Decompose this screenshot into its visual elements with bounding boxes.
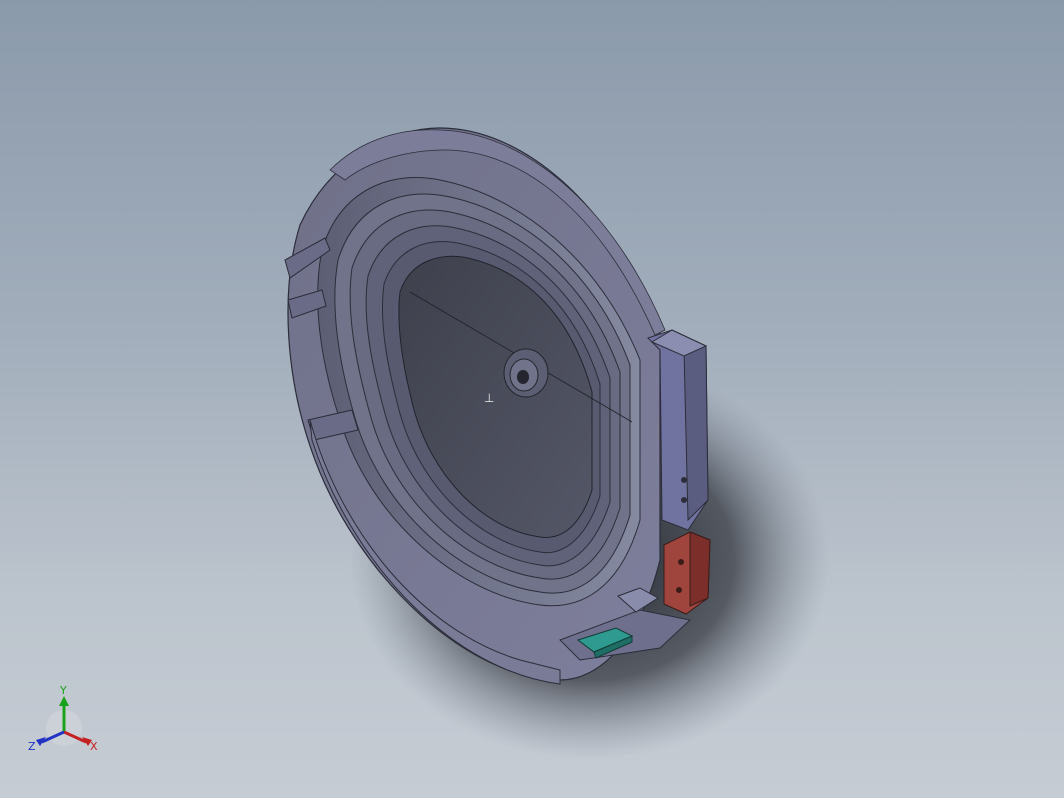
origin-marker: ⊥ [484,391,494,405]
graphics-viewport[interactable]: ⊥ Y X Z [0,0,1064,798]
red-bracket[interactable] [663,531,711,615]
view-orientation-triad[interactable]: Y X Z [24,684,108,756]
y-axis-arrow-icon [59,696,69,706]
bowl-feeder-model[interactable]: ⊥ [0,0,1064,798]
center-hub [503,348,549,398]
y-axis-label: Y [59,684,67,697]
z-axis-label: Z [28,740,36,753]
x-axis-label: X [90,740,98,753]
